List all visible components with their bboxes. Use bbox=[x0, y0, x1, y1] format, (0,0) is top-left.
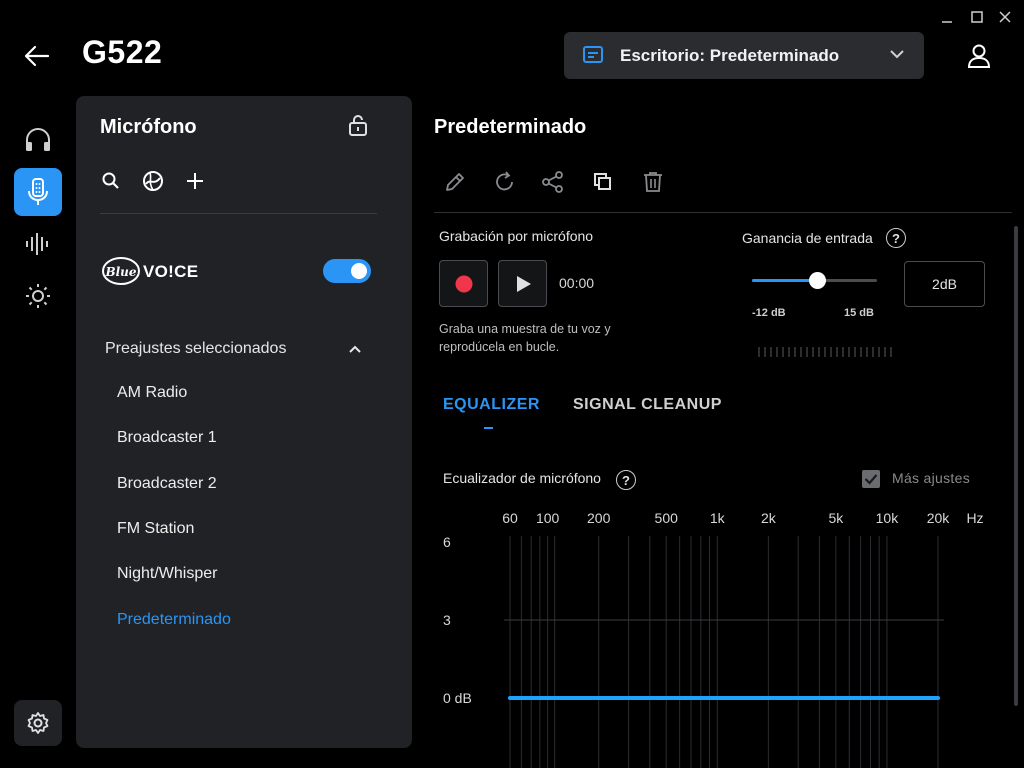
eq-x-unit-label: Hz bbox=[966, 510, 983, 526]
preset-item[interactable]: Night/Whisper bbox=[117, 565, 217, 583]
input-level-meter bbox=[758, 346, 894, 358]
close-icon[interactable] bbox=[996, 8, 1014, 26]
panel-divider bbox=[100, 213, 377, 214]
recording-timer: 00:00 bbox=[559, 275, 595, 291]
eq-chart[interactable]: 60 100 200 500 1k 2k 5k 10k 20k Hz 6 3 0 dB bbox=[436, 500, 996, 768]
eq-x-tick-label: 500 bbox=[655, 510, 679, 526]
delete-trash-icon[interactable] bbox=[641, 170, 665, 194]
profile-selector[interactable]: Escritorio: Predeterminado bbox=[564, 32, 924, 79]
toggle-knob bbox=[351, 263, 367, 279]
share-icon[interactable] bbox=[541, 170, 565, 194]
tab-equalizer[interactable]: EQUALIZER bbox=[443, 396, 540, 414]
gain-min-label: -12 dB bbox=[752, 307, 786, 319]
unlock-icon[interactable] bbox=[348, 114, 368, 136]
device-title: G522 bbox=[82, 34, 163, 70]
svg-text:Blue: Blue bbox=[104, 265, 136, 279]
reset-icon[interactable] bbox=[493, 170, 517, 194]
gain-value-field[interactable]: 2dB bbox=[904, 261, 985, 307]
eq-x-tick-label: 20k bbox=[927, 510, 951, 526]
gain-slider-handle[interactable] bbox=[809, 272, 826, 289]
play-icon bbox=[513, 274, 533, 294]
header-divider bbox=[434, 212, 1012, 213]
minimize-icon[interactable] bbox=[938, 8, 956, 26]
eq-y-tick-label: 3 bbox=[443, 612, 451, 628]
eq-y-tick-label: 6 bbox=[443, 534, 451, 550]
tab-signal-cleanup[interactable]: SIGNAL CLEANUP bbox=[573, 396, 722, 414]
microphone-icon bbox=[25, 177, 51, 207]
settings-gear-icon bbox=[26, 711, 50, 735]
scrollbar[interactable] bbox=[1014, 226, 1018, 706]
edit-pencil-icon[interactable] bbox=[443, 170, 467, 194]
profile-label: Escritorio: Predeterminado bbox=[620, 46, 840, 65]
lighting-icon bbox=[25, 283, 51, 309]
add-icon[interactable] bbox=[184, 170, 206, 192]
preset-item[interactable]: AM Radio bbox=[117, 384, 187, 402]
preset-item[interactable]: Broadcaster 2 bbox=[117, 475, 217, 493]
eq-x-tick-label: 10k bbox=[876, 510, 900, 526]
panel-title: Micrófono bbox=[100, 116, 197, 138]
active-tab-indicator bbox=[484, 427, 493, 429]
rail-headphones[interactable] bbox=[14, 116, 62, 164]
blue-voice-toggle[interactable] bbox=[323, 259, 371, 283]
record-button[interactable] bbox=[439, 260, 488, 307]
microphone-panel: Micrófono Blue VO!CE Preajustes seleccio… bbox=[76, 96, 412, 748]
preset-item-selected[interactable]: Predeterminado bbox=[117, 611, 231, 629]
user-account-icon[interactable] bbox=[966, 43, 992, 69]
gain-slider-fill bbox=[752, 279, 817, 282]
blue-logo: Blue bbox=[102, 256, 142, 286]
preset-title: Predeterminado bbox=[434, 116, 587, 138]
more-settings-checkbox[interactable] bbox=[862, 470, 880, 488]
presets-header[interactable]: Preajustes seleccionados bbox=[105, 340, 286, 358]
rail-equalizer[interactable] bbox=[14, 220, 62, 268]
record-icon bbox=[454, 274, 474, 294]
chevron-up-icon[interactable] bbox=[348, 344, 362, 354]
browse-presets-icon[interactable] bbox=[142, 170, 164, 192]
play-button[interactable] bbox=[498, 260, 547, 307]
eq-x-tick-label: 2k bbox=[761, 510, 777, 526]
duplicate-icon[interactable] bbox=[591, 170, 615, 194]
eq-x-tick-label: 200 bbox=[587, 510, 611, 526]
rail-microphone[interactable] bbox=[14, 168, 62, 216]
eq-x-tick-label: 1k bbox=[710, 510, 726, 526]
eq-label: Ecualizador de micrófono bbox=[443, 470, 601, 486]
eq-x-tick-label: 5k bbox=[828, 510, 844, 526]
preset-item[interactable]: FM Station bbox=[117, 520, 194, 538]
preset-item[interactable]: Broadcaster 1 bbox=[117, 429, 217, 447]
eq-x-tick-label: 100 bbox=[536, 510, 560, 526]
gain-max-label: 15 dB bbox=[844, 307, 874, 319]
search-icon[interactable] bbox=[100, 170, 122, 192]
back-arrow-icon[interactable] bbox=[22, 42, 52, 70]
equalizer-icon bbox=[24, 231, 52, 257]
maximize-icon[interactable] bbox=[968, 8, 986, 26]
rail-lighting[interactable] bbox=[14, 272, 62, 320]
gain-help-icon[interactable]: ? bbox=[886, 228, 906, 248]
settings-button[interactable] bbox=[14, 700, 62, 746]
recording-hint: Graba una muestra de tu voz y reprodúcel… bbox=[439, 322, 611, 354]
profile-icon bbox=[582, 45, 604, 65]
eq-x-tick-label: 60 bbox=[502, 510, 518, 526]
gain-label: Ganancia de entrada bbox=[742, 230, 873, 246]
eq-y-tick-label: 0 dB bbox=[443, 690, 472, 706]
eq-help-icon[interactable]: ? bbox=[616, 470, 636, 490]
voice-label: VO!CE bbox=[143, 262, 199, 281]
chevron-down-icon bbox=[890, 49, 904, 59]
headphones-icon bbox=[24, 127, 52, 153]
more-settings-label: Más ajustes bbox=[892, 470, 970, 486]
recording-label: Grabación por micrófono bbox=[439, 228, 594, 244]
